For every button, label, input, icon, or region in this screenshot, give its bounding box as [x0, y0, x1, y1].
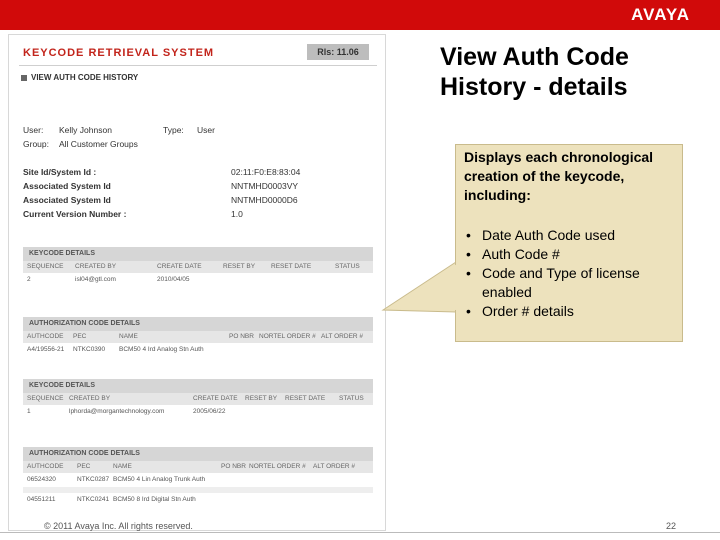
footer-divider	[0, 532, 720, 533]
copyright: © 2011 Avaya Inc. All rights reserved.	[44, 521, 193, 531]
list-item: Order # details	[464, 302, 678, 321]
callout-intro: Displays each chronological creation of …	[464, 149, 654, 203]
callout-bullet-list: Date Auth Code used Auth Code # Code and…	[464, 226, 678, 321]
page-number: 22	[666, 521, 677, 531]
list-item: Auth Code #	[464, 245, 678, 264]
list-item: Date Auth Code used	[464, 226, 678, 245]
list-item: Code and Type of license enabled	[464, 264, 678, 302]
